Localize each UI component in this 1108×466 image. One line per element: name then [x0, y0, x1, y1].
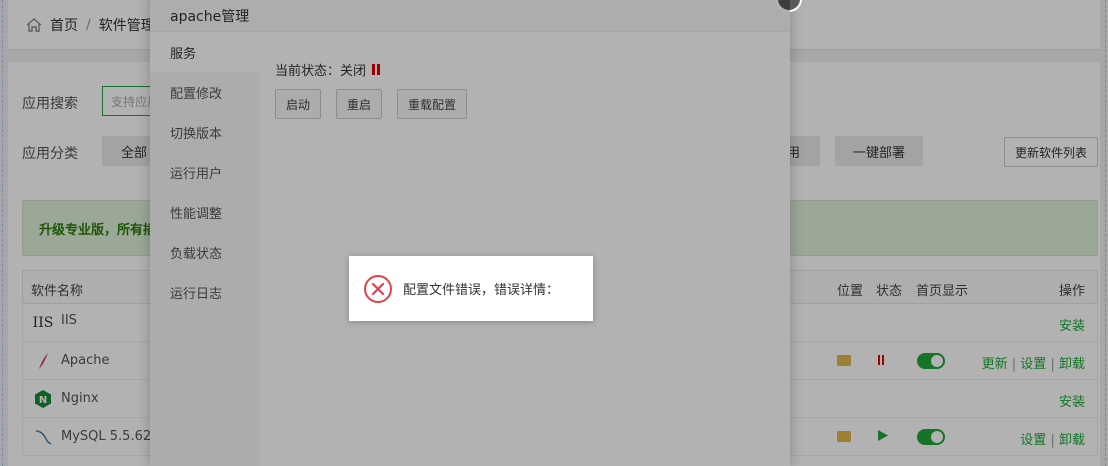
selection-border — [1105, 0, 1106, 466]
error-message: 配置文件错误，错误详情： — [403, 283, 560, 298]
error-icon — [363, 274, 393, 304]
dialog-shade — [150, 0, 790, 466]
selection-border — [2, 0, 3, 466]
error-toast: 配置文件错误，错误详情： — [349, 256, 593, 321]
